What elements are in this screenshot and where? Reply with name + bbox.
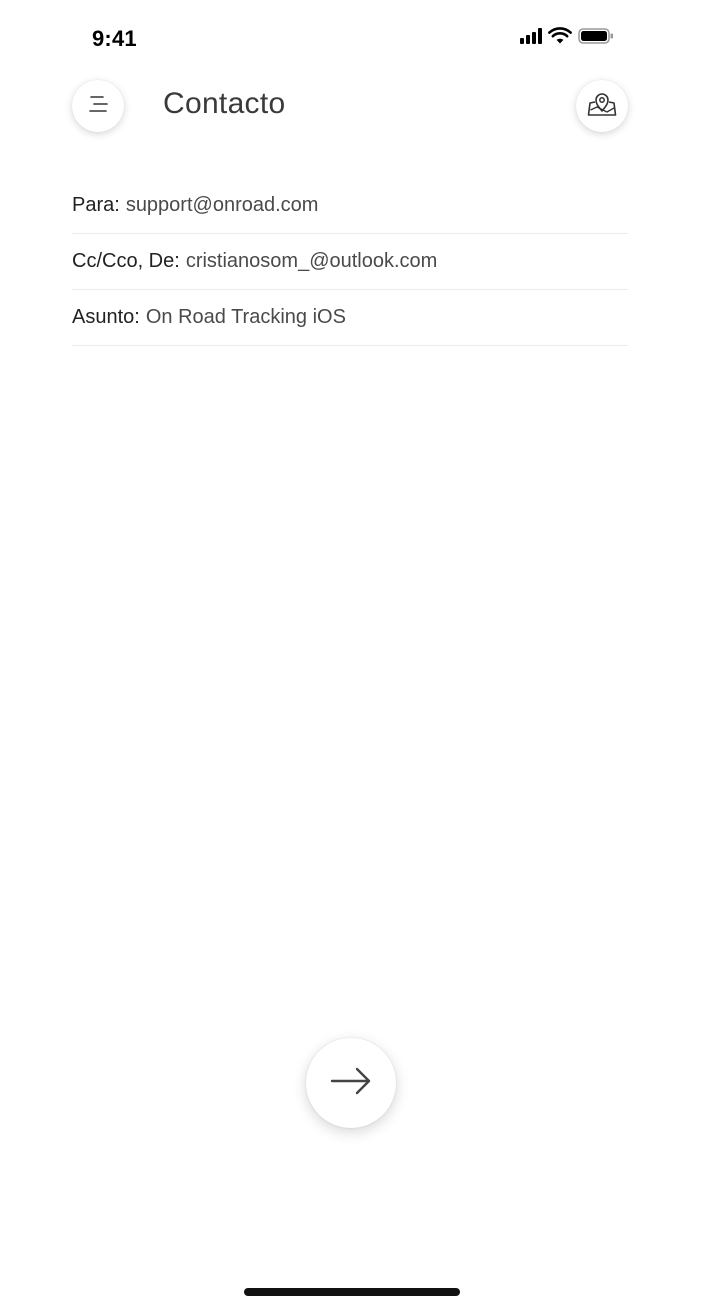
subject-label: Asunto:	[72, 306, 140, 328]
to-value: support@onroad.com	[125, 194, 319, 216]
home-indicator[interactable]	[244, 1288, 460, 1296]
to-field[interactable]: Para: support@onroad.com	[72, 178, 628, 234]
send-button[interactable]	[306, 1038, 396, 1128]
status-bar: 9:41	[0, 0, 702, 78]
cc-from-label: Cc/Cco, De:	[72, 250, 180, 272]
map-pin-icon	[587, 90, 617, 123]
page-title: Contacto	[163, 87, 286, 120]
subject-value: On Road Tracking iOS	[145, 306, 346, 328]
subject-field[interactable]: Asunto: On Road Tracking iOS	[72, 290, 628, 346]
cc-from-value: cristianosom_@outlook.com	[185, 250, 438, 272]
status-icons	[520, 27, 614, 45]
cc-from-field[interactable]: Cc/Cco, De: cristianosom_@outlook.com	[72, 234, 628, 290]
map-button[interactable]	[576, 80, 628, 132]
cellular-signal-icon	[520, 28, 542, 44]
menu-button[interactable]	[72, 80, 124, 132]
email-fields: Para: support@onroad.com Cc/Cco, De: cri…	[72, 178, 628, 346]
hamburger-menu-icon	[85, 94, 111, 119]
to-label: Para:	[72, 194, 120, 216]
battery-icon	[578, 27, 614, 45]
wifi-icon	[548, 27, 572, 45]
status-time: 9:41	[92, 26, 137, 51]
header: Contacto	[0, 78, 702, 138]
arrow-right-icon	[329, 1066, 373, 1101]
